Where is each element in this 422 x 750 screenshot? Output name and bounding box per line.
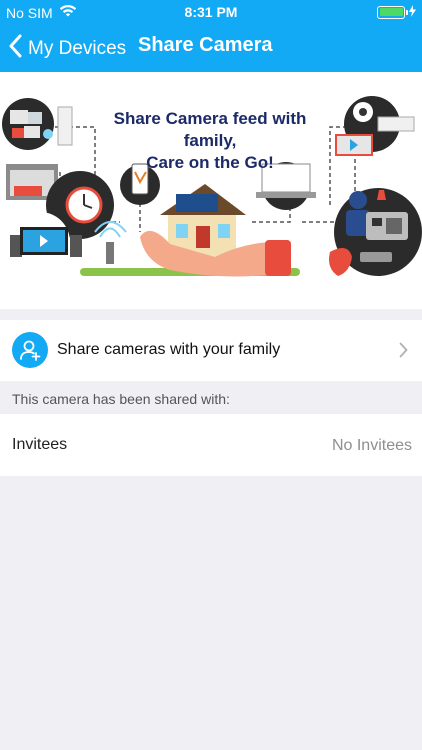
section-header-label: This camera has been shared with: <box>12 391 230 407</box>
back-label: My Devices <box>28 37 127 59</box>
chevron-right-icon <box>399 342 408 363</box>
clock: 8:31 PM <box>184 4 238 20</box>
add-user-icon <box>12 332 48 368</box>
invitees-label: Invitees <box>12 436 68 453</box>
invitees-row: Invitees No Invitees <box>0 414 422 476</box>
banner-headline-line2: Care on the Go! <box>146 153 274 172</box>
invitees-value: No Invitees <box>331 437 412 454</box>
charging-icon <box>409 4 416 20</box>
navigation-bar: My Devices Share Camera <box>0 24 422 72</box>
battery-icon <box>377 5 408 19</box>
chevron-left-icon <box>8 34 22 63</box>
share-cameras-button[interactable]: Share cameras with your family <box>0 320 422 381</box>
battery-fill <box>379 8 403 16</box>
status-right <box>377 4 416 20</box>
share-camera-banner: Share Camera feed with family, Care on t… <box>0 72 422 309</box>
page-title: Share Camera <box>138 34 273 56</box>
banner-headline: Share Camera feed with family, Care on t… <box>90 108 330 174</box>
share-cameras-label: Share cameras with your family <box>57 341 281 358</box>
back-button[interactable]: My Devices <box>8 34 126 63</box>
status-bar: No SIM 8:31 PM <box>0 0 422 24</box>
section-header: This camera has been shared with: <box>0 382 422 414</box>
banner-headline-line1: Share Camera feed with family, <box>113 109 307 150</box>
